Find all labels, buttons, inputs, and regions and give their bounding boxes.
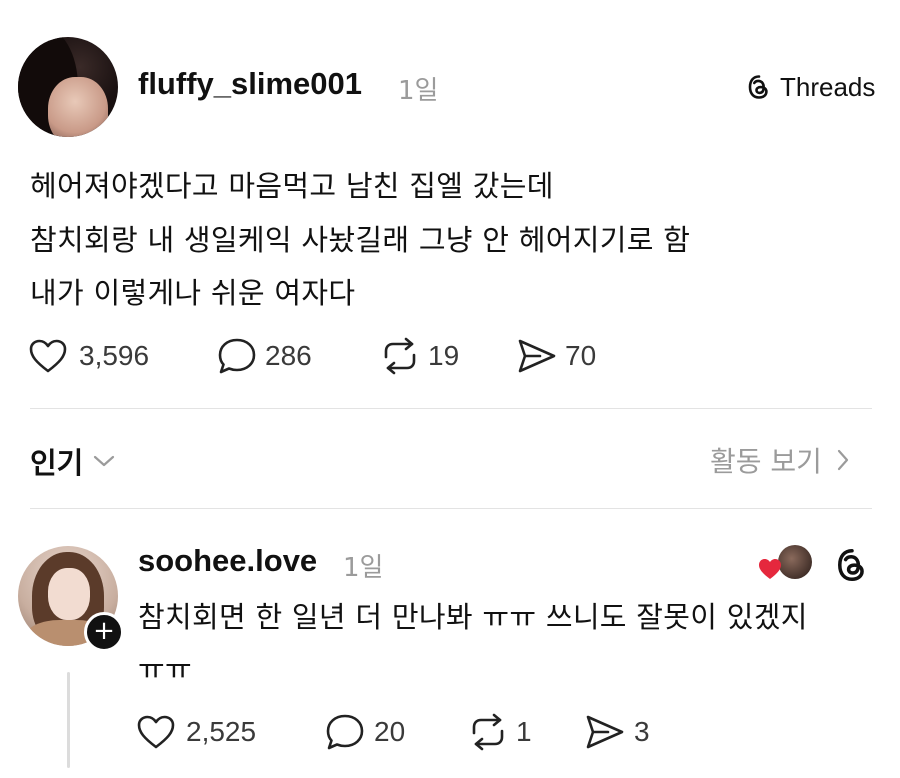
speech-bubble-icon — [326, 714, 364, 750]
post-text-line-1: 헤어져야겠다고 마음먹고 남친 집엘 갔는데 — [30, 169, 554, 203]
avatar-face — [48, 568, 90, 620]
share-count: 70 — [565, 340, 597, 371]
like-count: 3,596 — [79, 340, 150, 371]
heart-outline-icon — [137, 715, 175, 749]
reply-reply-count: 20 — [374, 716, 406, 747]
reply-text-line-1: 참치회면 한 일년 더 만나봐 ㅠㅠ 쓰니도 잘못이 있겠지 — [138, 600, 808, 634]
threads-badge[interactable]: Threads — [746, 70, 875, 104]
sort-dropdown[interactable]: 인기 — [30, 440, 115, 482]
repost-count: 19 — [428, 340, 460, 371]
repost-arrows-icon — [384, 337, 416, 375]
reply-like-button[interactable] — [136, 714, 176, 750]
post-text-line-2: 참치회랑 내 생일케익 사놨길래 그냥 안 헤어지기로 함 — [30, 223, 691, 257]
thread-connector-line — [67, 672, 70, 768]
author-liked-avatar — [778, 545, 812, 579]
activity-label: 활동 보기 — [710, 445, 822, 478]
post-timestamp: 1일 — [398, 76, 439, 106]
share-button[interactable] — [516, 337, 558, 375]
speech-bubble-icon — [218, 338, 256, 374]
avatar-face — [48, 77, 108, 137]
chevron-right-icon — [836, 448, 850, 472]
paper-plane-icon — [586, 715, 624, 749]
threads-label: Threads — [780, 71, 876, 102]
reply-repost-count: 1 — [516, 716, 532, 747]
sort-label: 인기 — [30, 446, 84, 480]
threads-logo-icon — [746, 73, 772, 101]
repost-arrows-icon — [472, 713, 504, 751]
like-button[interactable] — [28, 338, 68, 374]
paper-plane-icon — [518, 339, 556, 373]
repost-button[interactable] — [378, 337, 422, 375]
post-text-line-3: 내가 이렇게나 쉬운 여자다 — [30, 276, 356, 310]
post-username[interactable]: fluffy_slime001 — [138, 66, 362, 102]
reply-reply-button[interactable] — [324, 712, 366, 752]
reply-button[interactable] — [216, 336, 258, 376]
reply-share-button[interactable] — [584, 713, 626, 751]
threads-logo-icon[interactable] — [834, 546, 870, 584]
reply-like-count: 2,525 — [186, 716, 257, 747]
reply-count: 286 — [265, 340, 312, 371]
reply-repost-button[interactable] — [466, 713, 510, 751]
liked-heart-icon — [758, 558, 782, 580]
author-avatar[interactable] — [18, 37, 118, 137]
reply-username[interactable]: soohee.love — [138, 543, 317, 579]
follow-plus-button[interactable]: + — [84, 612, 124, 652]
header-divider — [30, 508, 872, 509]
reply-text-line-2: ㅠㅠ — [138, 652, 192, 686]
view-activity-link[interactable]: 활동 보기 — [710, 440, 850, 480]
heart-outline-icon — [29, 339, 67, 373]
post-divider — [30, 408, 872, 409]
reply-share-count: 3 — [634, 716, 650, 747]
chevron-down-icon — [93, 454, 115, 468]
reply-timestamp: 1일 — [343, 553, 384, 583]
